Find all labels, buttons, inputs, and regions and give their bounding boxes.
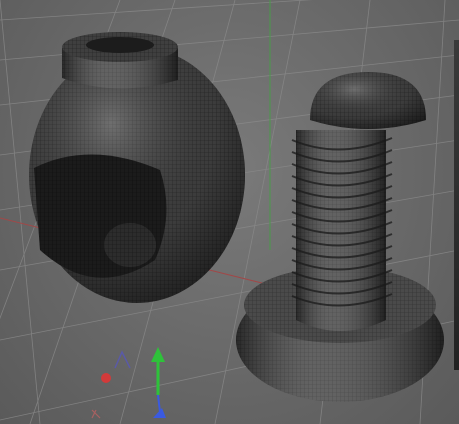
- gizmo-x-handle[interactable]: [101, 373, 111, 383]
- gizmo-y-arrowhead[interactable]: [151, 347, 165, 362]
- gizmo-ghost-a-icon: [114, 350, 131, 369]
- 3d-viewport[interactable]: [0, 0, 459, 424]
- gizmo-ghost-b-icon: [91, 409, 101, 419]
- viewport-canvas[interactable]: [0, 0, 459, 424]
- ring-nut-object[interactable]: [29, 32, 245, 303]
- viewport-edge-panel: [454, 40, 459, 370]
- axis-gizmo[interactable]: [91, 347, 166, 419]
- gizmo-z-axis[interactable]: [157, 394, 161, 413]
- threaded-screw-object[interactable]: [236, 72, 444, 402]
